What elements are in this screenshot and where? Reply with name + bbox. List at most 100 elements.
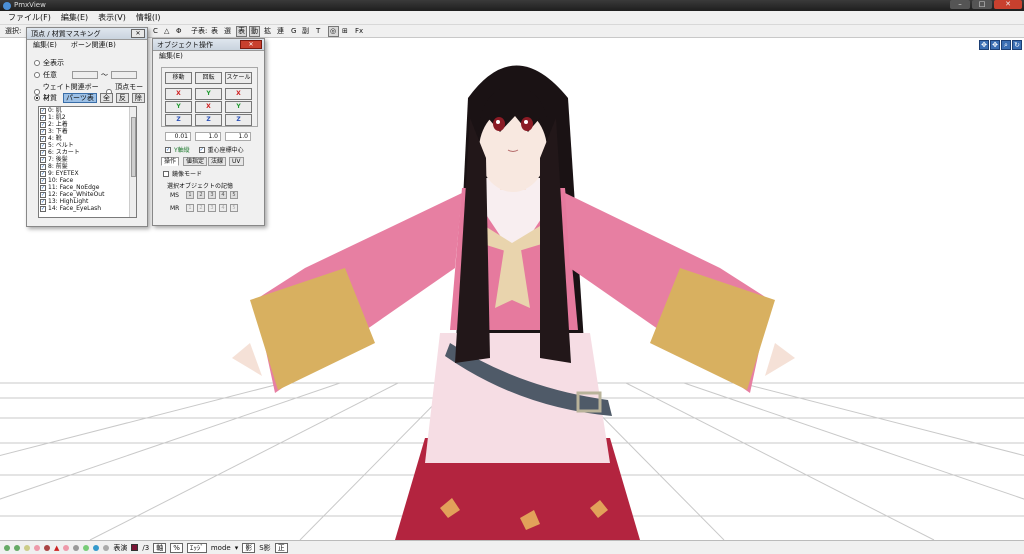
scroll-thumb[interactable] [131, 117, 136, 177]
menu-edit[interactable]: 編集(E) [61, 12, 88, 23]
zoom-icon[interactable]: ⌕ [1001, 40, 1011, 50]
list-item[interactable]: ✓ 5: ベルト [39, 142, 136, 149]
status-dot-icon[interactable] [4, 544, 10, 551]
triangle-icon[interactable]: ▲ [54, 544, 59, 552]
center-checkbox[interactable]: ✓ [198, 146, 205, 153]
ms-slot-5[interactable]: 5 [230, 191, 238, 199]
maximize-button[interactable]: □ [972, 0, 992, 9]
status-dot-icon[interactable] [103, 544, 110, 551]
status-dot-icon[interactable] [14, 544, 20, 551]
checkbox[interactable]: ✓ [40, 128, 46, 135]
checkbox[interactable]: ✓ [40, 156, 46, 163]
checkbox[interactable]: ✓ [40, 198, 46, 205]
toolbar-phi[interactable]: Φ [175, 26, 183, 37]
checkbox[interactable]: ✓ [40, 149, 46, 156]
scale-button[interactable]: スケール [225, 72, 252, 84]
status-dot-icon[interactable] [34, 544, 40, 551]
mr-slot-1[interactable]: 1 [186, 204, 194, 212]
status-ortho[interactable]: 正 [274, 542, 288, 553]
opt-range-row[interactable]: 任意 〜 [34, 70, 137, 80]
status-dot-icon[interactable] [44, 544, 50, 551]
globe-icon[interactable]: ◎ [328, 26, 339, 37]
list-item[interactable]: ✓ 10: Face [39, 177, 136, 184]
opt-material-row[interactable]: 材質 パーツ表 全 反 除 [34, 93, 145, 103]
tab-uv[interactable]: UV [229, 157, 244, 166]
toolbar-link[interactable]: 連 [276, 26, 285, 37]
status-dot-icon[interactable] [24, 544, 30, 551]
ms-slot-1[interactable]: 1 [186, 191, 194, 199]
status-dot-icon[interactable] [63, 544, 70, 551]
checkbox[interactable]: ✓ [40, 114, 46, 121]
object-menu-edit[interactable]: 編集(E) [159, 52, 183, 60]
move-z-button[interactable]: Z [165, 114, 192, 126]
mask-panel-close-icon[interactable]: ✕ [131, 29, 145, 38]
rotate-step-input[interactable]: 1.0 [195, 132, 221, 141]
status-display[interactable]: 表演 [113, 543, 127, 553]
move-step-input[interactable]: 0.01 [165, 132, 191, 141]
part-table-button[interactable]: パーツ表 [63, 93, 97, 103]
mirror-checkbox[interactable] [163, 170, 169, 177]
rotate-button[interactable]: 回転 [195, 72, 222, 84]
mirror-row[interactable]: 鏡像モード [163, 169, 202, 178]
list-item[interactable]: ✓ 4: 靴 [39, 135, 136, 142]
scale-y-button[interactable]: Y [225, 101, 252, 113]
close-button[interactable]: ✕ [994, 0, 1022, 9]
opt-material-radio[interactable] [34, 95, 40, 101]
y-axis-row[interactable]: ✓ Y軸縦 ✓ 重心座標中心 [165, 145, 244, 154]
ms-slot-3[interactable]: 3 [208, 191, 216, 199]
list-item[interactable]: ✓ 1: 肌2 [39, 114, 136, 121]
rotate-z-button[interactable]: Z [195, 114, 222, 126]
status-dot-icon[interactable] [83, 544, 90, 551]
checkbox[interactable]: ✓ [40, 177, 46, 184]
toolbar-show[interactable]: 表 [210, 26, 219, 37]
mask-menu-edit[interactable]: 編集(E) [33, 40, 57, 51]
mr-slot-3[interactable]: 3 [208, 204, 216, 212]
checkbox[interactable]: ✓ [40, 121, 46, 128]
status-axis[interactable]: 軸 [153, 542, 167, 553]
list-item[interactable]: ✓ 3: 下着 [39, 128, 136, 135]
toolbar-move[interactable]: 動 [249, 26, 260, 37]
mask-menu-bone[interactable]: ボーン関連(B) [71, 40, 116, 51]
tab-value[interactable]: 値指定 [183, 157, 208, 166]
checkbox[interactable]: ✓ [40, 205, 46, 212]
scale-x-button[interactable]: X [225, 88, 252, 100]
minimize-button[interactable]: – [950, 0, 970, 9]
scale-step-input[interactable]: 1.0 [225, 132, 251, 141]
opt-all-row[interactable]: 全表示 [34, 58, 64, 68]
invert-button[interactable]: 反 [115, 93, 129, 103]
scale-z-button[interactable]: Z [225, 114, 252, 126]
list-item[interactable]: ✓ 13: HighLight [39, 198, 136, 205]
mr-slot-2[interactable]: 2 [197, 204, 205, 212]
toolbar-select[interactable]: 選 [223, 26, 232, 37]
status-edge[interactable]: ｴｯｼﾞ [186, 542, 207, 553]
list-item[interactable]: ✓ 11: Face_NoEdge [39, 184, 136, 191]
list-item[interactable]: ✓ 2: 上着 [39, 121, 136, 128]
checkbox[interactable]: ✓ [40, 184, 46, 191]
checkbox[interactable]: ✓ [40, 142, 46, 149]
status-mode[interactable]: mode [211, 544, 231, 552]
menu-info[interactable]: 情報(I) [136, 12, 161, 23]
status-dot-icon[interactable] [73, 544, 80, 551]
rotate-x-button[interactable]: X [195, 101, 222, 113]
rotate-y-button[interactable]: Y [195, 88, 222, 100]
menu-view[interactable]: 表示(V) [98, 12, 126, 23]
toolbar-c[interactable]: C [152, 26, 159, 37]
status-dot-icon[interactable] [93, 544, 100, 551]
checkbox[interactable]: ✓ [40, 135, 46, 142]
checkbox[interactable]: ✓ [40, 107, 46, 114]
checkbox[interactable]: ✓ [40, 163, 46, 170]
object-panel-close-icon[interactable]: ✕ [240, 40, 262, 49]
move-view-icon[interactable]: ✥ [990, 40, 1000, 50]
toolbar-fx[interactable]: Fx [354, 26, 364, 37]
toolbar-child[interactable]: 子表: [190, 26, 208, 37]
status-shadow[interactable]: 影 [242, 542, 256, 553]
menu-file[interactable]: ファイル(F) [8, 12, 51, 23]
tab-normal[interactable]: 法線 [208, 157, 227, 166]
mr-slot-5[interactable]: 5 [230, 204, 238, 212]
grid-icon[interactable]: ⊞ [341, 26, 349, 37]
move-y-button[interactable]: Y [165, 101, 192, 113]
list-item[interactable]: ✓ 6: スカート [39, 149, 136, 156]
material-list[interactable]: ✓ 0: 肌 ✓ 1: 肌2 ✓ 2: 上着 ✓ 3: 下着 ✓ 4: 靴 ✓ 5: ベルト… [38, 106, 137, 218]
opt-range-radio[interactable] [34, 72, 40, 78]
y-axis-checkbox[interactable]: ✓ [165, 146, 171, 153]
